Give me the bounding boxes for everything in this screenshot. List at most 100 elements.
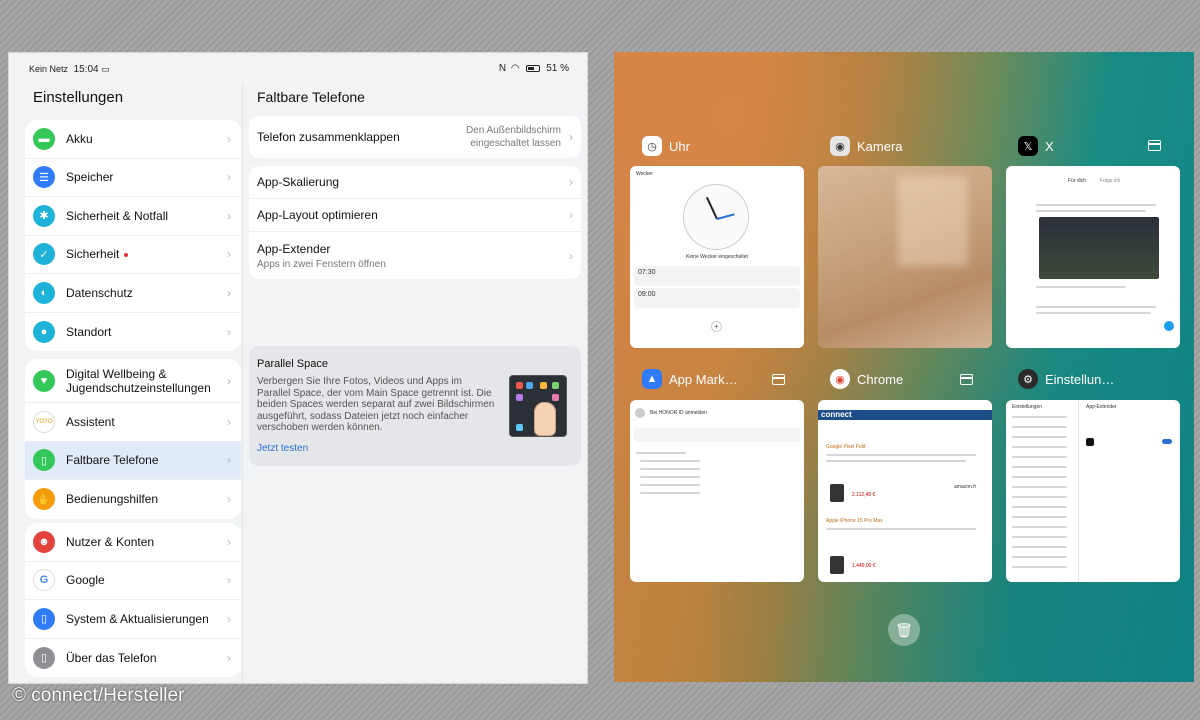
storage-icon: ☰ <box>33 166 55 189</box>
chevron-right-icon: › <box>227 453 231 468</box>
detail-pane: Faltbare Telefone Telefon zusammenklappe… <box>249 83 581 683</box>
trash-icon: 🗑 <box>895 621 913 638</box>
thumb-text: Wecker <box>636 171 653 177</box>
system-icon: ▯ <box>33 607 55 630</box>
split-window-icon[interactable] <box>960 374 973 385</box>
settings-screen: Kein Netz 15:04 ▭ N ◠ 51 % Einstellungen… <box>8 52 588 684</box>
settings-group-3: ☻ Nutzer & Konten › G Google › ▯ System … <box>25 523 241 677</box>
app-header-chrome: ◉ Chrome <box>830 368 903 390</box>
app-header-app-market: ▲ App Mark… <box>642 368 738 390</box>
page-title: Einstellungen <box>33 89 124 106</box>
app-extender-sub: Apps in zwei Fenstern öffnen <box>257 258 386 270</box>
chevron-right-icon: › <box>227 373 231 388</box>
fold-card: Telefon zusammenklappen Den Außenbildsch… <box>249 116 581 158</box>
app-settings-card: App-Skalierung › App-Layout optimieren ›… <box>249 166 581 279</box>
settings-item-label: Assistent <box>66 414 115 429</box>
thumb-text: 1.449,00 € <box>852 563 876 569</box>
thumb-text: Bei HONOR ID anmelden <box>650 410 707 416</box>
settings-item-label: Standort <box>66 324 112 339</box>
chevron-right-icon: › <box>227 285 231 300</box>
clear-all-button[interactable]: 🗑 <box>888 614 920 646</box>
thumb-text: amazon.fr <box>954 484 977 490</box>
app-card-kamera[interactable] <box>818 166 992 348</box>
phone-info-icon: ▯ <box>33 646 55 669</box>
status-time: 15:04 <box>73 64 99 75</box>
thumb-text: Einstellungen <box>1012 404 1043 410</box>
thumb-text: 2.112,48 € <box>852 492 876 498</box>
battery-level: 51 % <box>546 63 569 74</box>
app-name: App Mark… <box>669 371 738 387</box>
fold-setting-label: Telefon zusammenklappen <box>257 130 400 144</box>
settings-item-nutzer-konten[interactable]: ☻ Nutzer & Konten › <box>25 523 241 562</box>
app-card-x[interactable]: Für dich Folge ich <box>1006 166 1180 348</box>
app-card-uhr[interactable]: Wecker Keine Wecker eingeschaltet 07:30 … <box>630 166 804 348</box>
settings-item-standort[interactable]: ● Standort › <box>25 313 241 352</box>
thumb-text: Apple iPhone 15 Pro Max <box>826 518 883 524</box>
try-now-link[interactable]: Jetzt testen <box>257 443 308 454</box>
thumb-text: Google Pixel Fold <box>826 444 866 450</box>
settings-item-bedienungshilfen[interactable]: ✋ Bedienungshilfen › <box>25 480 241 519</box>
status-bar: Kein Netz 15:04 ▭ N ◠ 51 % <box>9 53 587 83</box>
thumb-text: Für dich <box>1068 178 1087 184</box>
parallel-space-illustration <box>509 375 567 437</box>
settings-item-assistent[interactable]: YOYO Assistent › <box>25 403 241 442</box>
app-extender-row[interactable]: App-Extender Apps in zwei Fenstern öffne… <box>249 232 581 279</box>
google-icon: G <box>33 569 55 592</box>
settings-item-datenschutz[interactable]: ◐ Datenschutz › <box>25 274 241 313</box>
chevron-right-icon: › <box>569 130 573 144</box>
app-card-chrome[interactable]: connect Google Pixel Fold 2.112,48 € ama… <box>818 400 992 582</box>
settings-group-2: ♥ Digital Wellbeing & Jugendschutzeinste… <box>25 359 241 519</box>
thumb-text: App-Extender <box>1086 404 1117 410</box>
settings-item-digital-wellbeing[interactable]: ♥ Digital Wellbeing & Jugendschutzeinste… <box>25 359 241 403</box>
foldable-icon: ▯ <box>33 449 55 472</box>
split-window-icon[interactable] <box>772 374 785 385</box>
app-name: Chrome <box>857 371 904 387</box>
settings-item-ueber-telefon[interactable]: ▯ Über das Telefon › <box>25 639 241 678</box>
thumb-text: 09:00 <box>638 291 656 298</box>
app-header-kamera: ◉ Kamera <box>830 135 903 157</box>
chevron-right-icon: › <box>227 650 231 665</box>
settings-item-faltbare-telefone[interactable]: ▯ Faltbare Telefone › <box>25 441 241 480</box>
split-window-icon[interactable] <box>1148 140 1161 151</box>
settings-item-system[interactable]: ▯ System & Aktualisierungen › <box>25 600 241 639</box>
chevron-right-icon: › <box>227 573 231 588</box>
app-name: X <box>1045 138 1054 154</box>
chevron-right-icon: › <box>227 247 231 262</box>
privacy-icon: ◐ <box>33 281 55 304</box>
settings-gear-icon: ⚙ <box>1018 369 1038 389</box>
calendar-icon: ▭ <box>101 64 110 74</box>
battery-icon <box>526 64 541 72</box>
chevron-right-icon: › <box>227 208 231 223</box>
fold-setting-row[interactable]: Telefon zusammenklappen Den Außenbildsch… <box>249 116 581 158</box>
wifi-icon: ◠ <box>510 63 520 74</box>
settings-item-speicher[interactable]: ☰ Speicher › <box>25 159 241 197</box>
chevron-right-icon: › <box>227 324 231 339</box>
settings-item-google[interactable]: G Google › <box>25 562 241 600</box>
thumb-text: Keine Wecker eingeschaltet <box>686 254 748 260</box>
shield-icon: ✓ <box>33 243 55 266</box>
chrome-icon: ◉ <box>830 369 850 389</box>
settings-list-pane: Einstellungen ▬ Akku › ☰ Speicher › ✱ Si… <box>17 83 242 683</box>
chevron-right-icon: › <box>569 208 573 222</box>
app-card-einstellungen[interactable]: Einstellungen App-Extender <box>1006 400 1180 582</box>
app-extender-label: App-Extender <box>257 241 331 256</box>
app-scaling-row[interactable]: App-Skalierung › <box>249 166 581 199</box>
settings-item-label: Google <box>66 573 105 588</box>
thumb-text: Folge ich <box>1100 178 1121 184</box>
battery-icon: ▬ <box>33 127 55 150</box>
emergency-icon: ✱ <box>33 204 55 227</box>
thumb-text: 07:30 <box>638 269 656 276</box>
settings-item-label: System & Aktualisierungen <box>66 611 209 626</box>
app-name: Kamera <box>857 138 903 154</box>
chevron-right-icon: › <box>569 248 573 263</box>
pane-divider <box>242 83 243 683</box>
settings-item-akku[interactable]: ▬ Akku › <box>25 120 241 159</box>
app-card-app-market[interactable]: Bei HONOR ID anmelden <box>630 400 804 582</box>
notification-dot <box>124 253 129 258</box>
settings-item-label: Faltbare Telefone <box>66 453 159 468</box>
app-layout-row[interactable]: App-Layout optimieren › <box>249 199 581 232</box>
settings-item-label: Speicher <box>66 170 114 185</box>
app-market-icon: ▲ <box>642 369 662 389</box>
settings-item-sicherheit[interactable]: ✓ Sicherheit › <box>25 236 241 274</box>
settings-item-sicherheit-notfall[interactable]: ✱ Sicherheit & Notfall › <box>25 197 241 236</box>
